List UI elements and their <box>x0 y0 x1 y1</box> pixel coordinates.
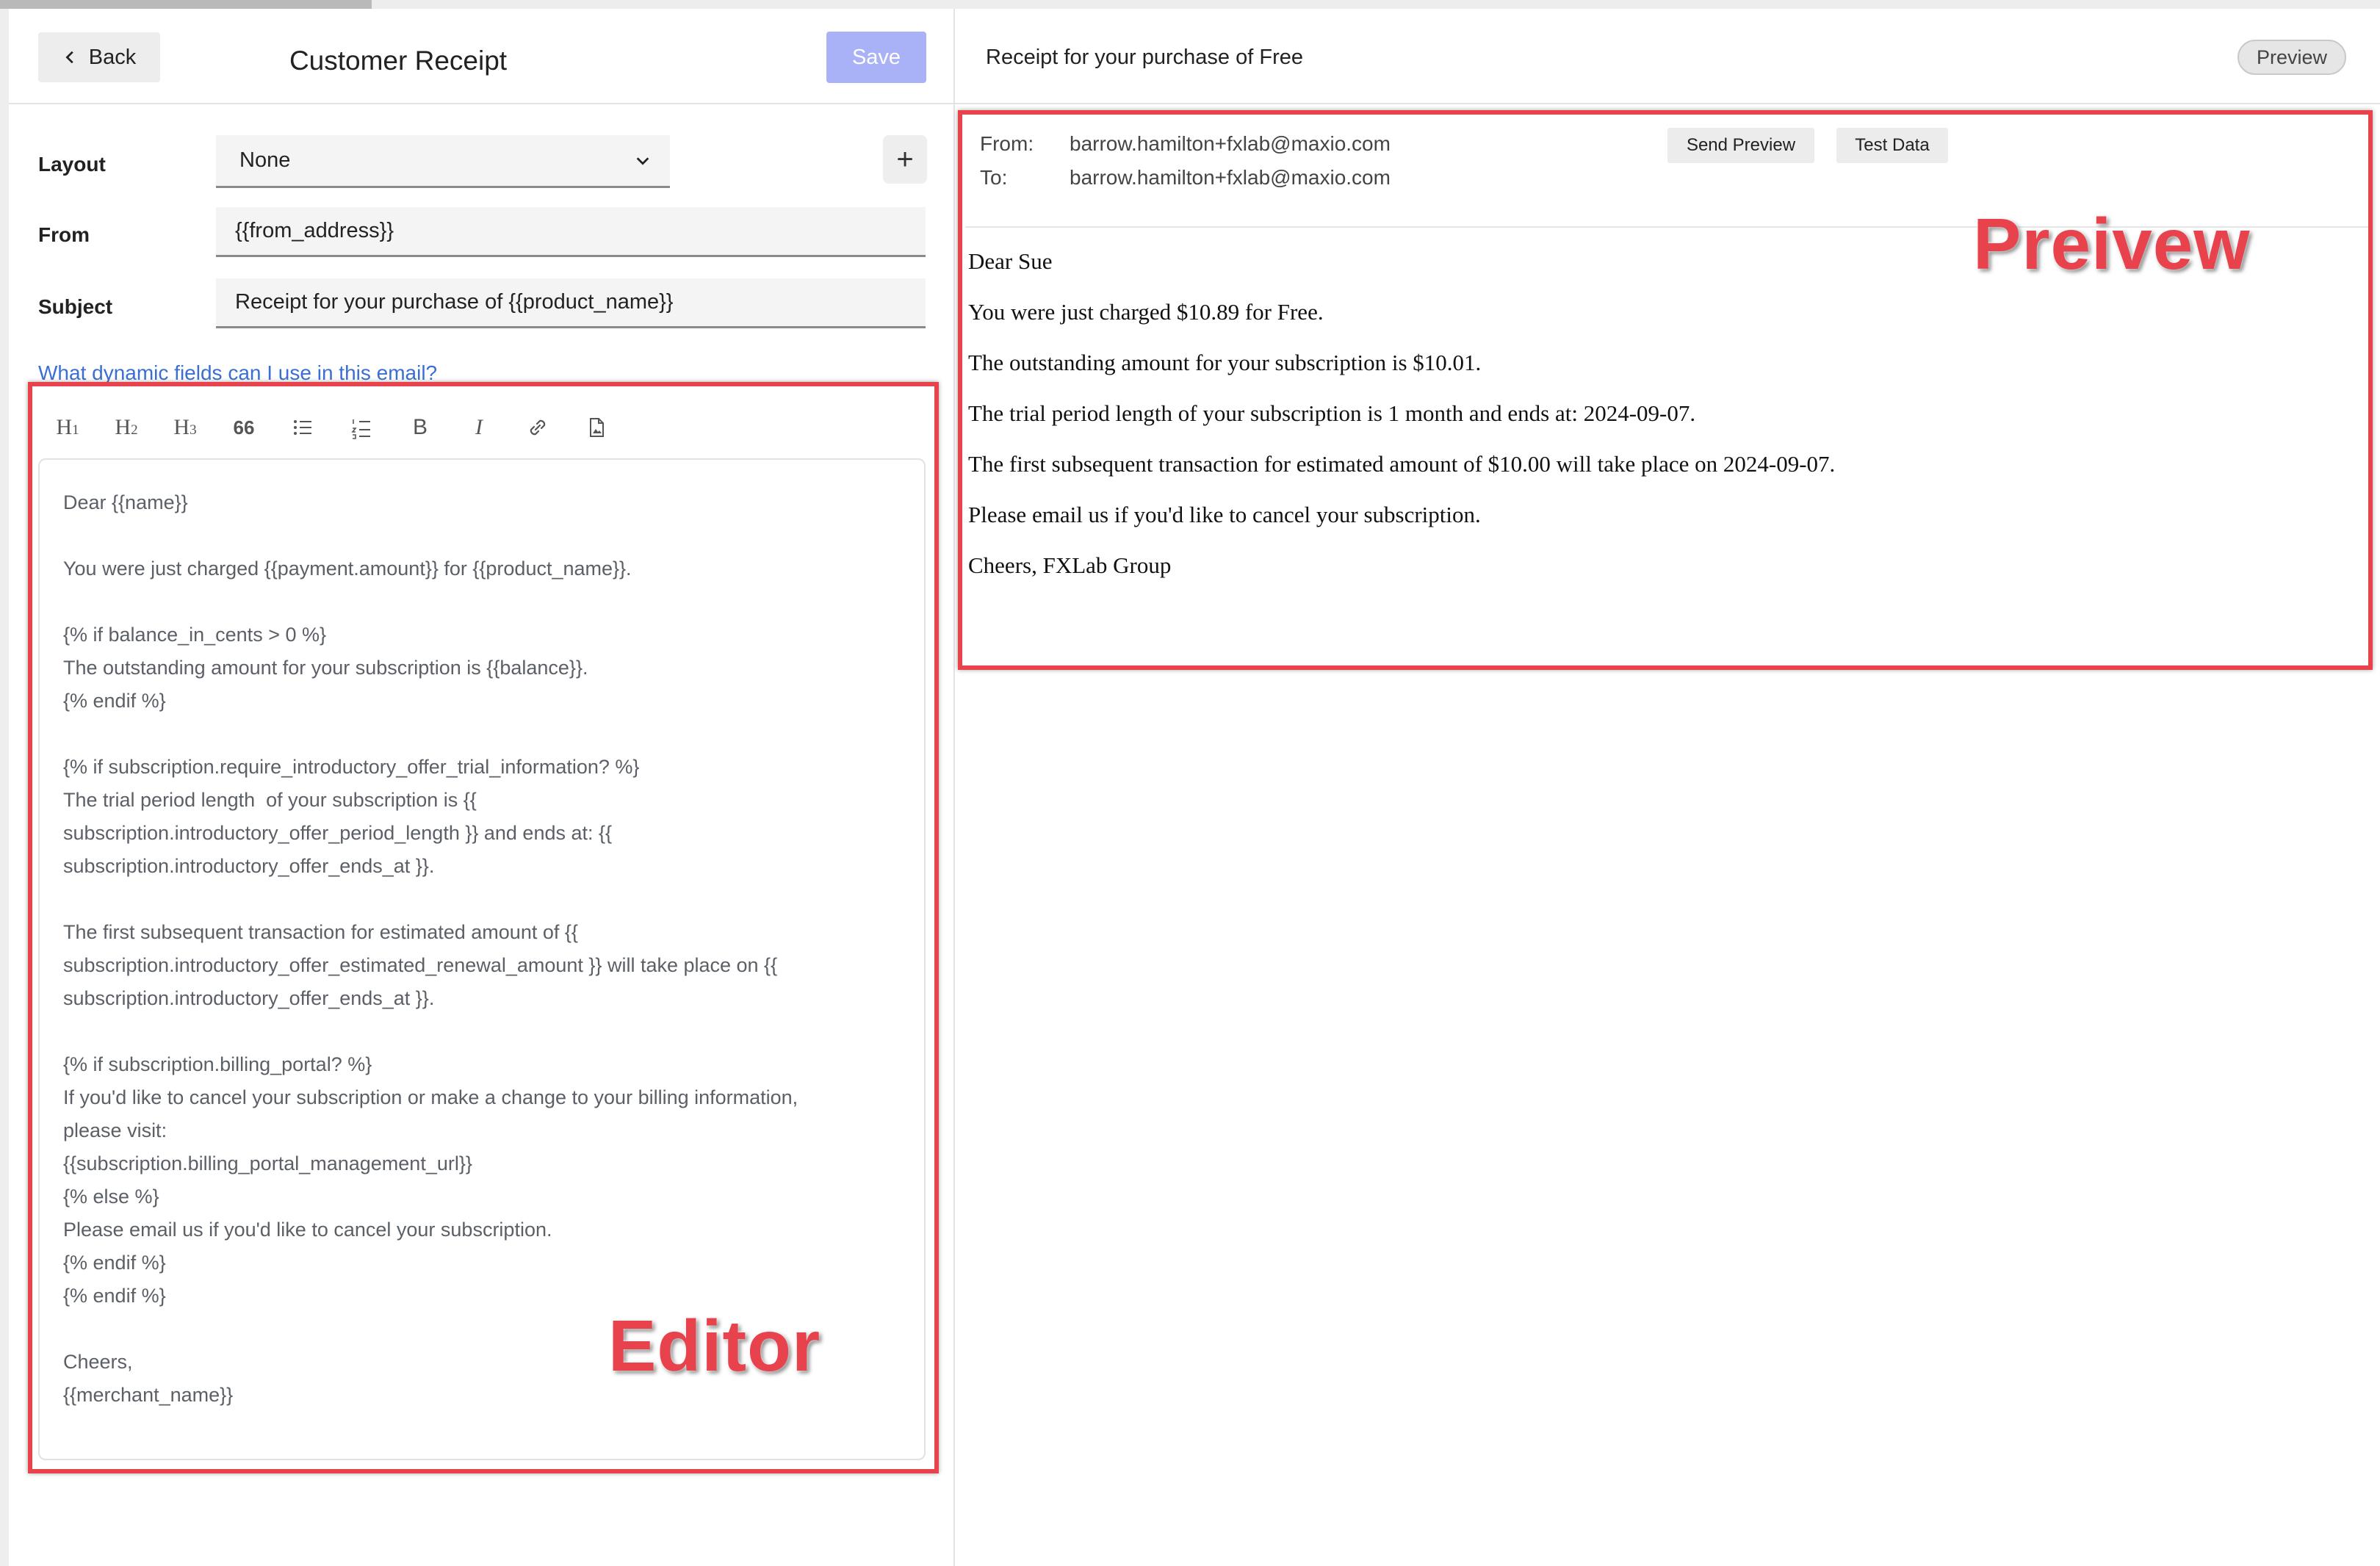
subject-label: Subject <box>38 295 113 318</box>
back-button[interactable]: Back <box>38 32 160 82</box>
subject-field[interactable] <box>216 278 926 328</box>
left-rail <box>0 9 9 1566</box>
preview-annotation-label: Preivew <box>1973 203 2251 284</box>
from-field[interactable] <box>216 207 926 257</box>
active-tab-strip <box>0 0 372 9</box>
save-button[interactable]: Save <box>826 32 926 83</box>
back-label: Back <box>88 45 137 69</box>
page-title: Customer Receipt <box>289 46 508 76</box>
layout-label: Layout <box>38 153 106 176</box>
preview-toggle[interactable]: Preview <box>2237 40 2346 75</box>
chevron-down-icon <box>636 157 649 165</box>
layout-select[interactable]: None <box>216 135 670 188</box>
window-top-strip <box>0 0 2380 9</box>
preview-annotation-box <box>958 110 2373 670</box>
preview-panel: Receipt for your purchase of Free Previe… <box>955 9 2380 1566</box>
from-label: From <box>38 223 90 246</box>
editor-panel: Back Customer Receipt Save Layout None +… <box>9 9 955 1566</box>
editor-annotation-label: Editor <box>608 1305 821 1386</box>
chevron-left-icon <box>65 51 73 64</box>
add-layout-button[interactable]: + <box>883 135 927 184</box>
preview-header: Receipt for your purchase of Free Previe… <box>955 9 2380 104</box>
preview-subject-title: Receipt for your purchase of Free <box>986 46 1303 69</box>
layout-selected-value: None <box>239 148 291 172</box>
editor-header: Back Customer Receipt Save <box>9 9 955 104</box>
